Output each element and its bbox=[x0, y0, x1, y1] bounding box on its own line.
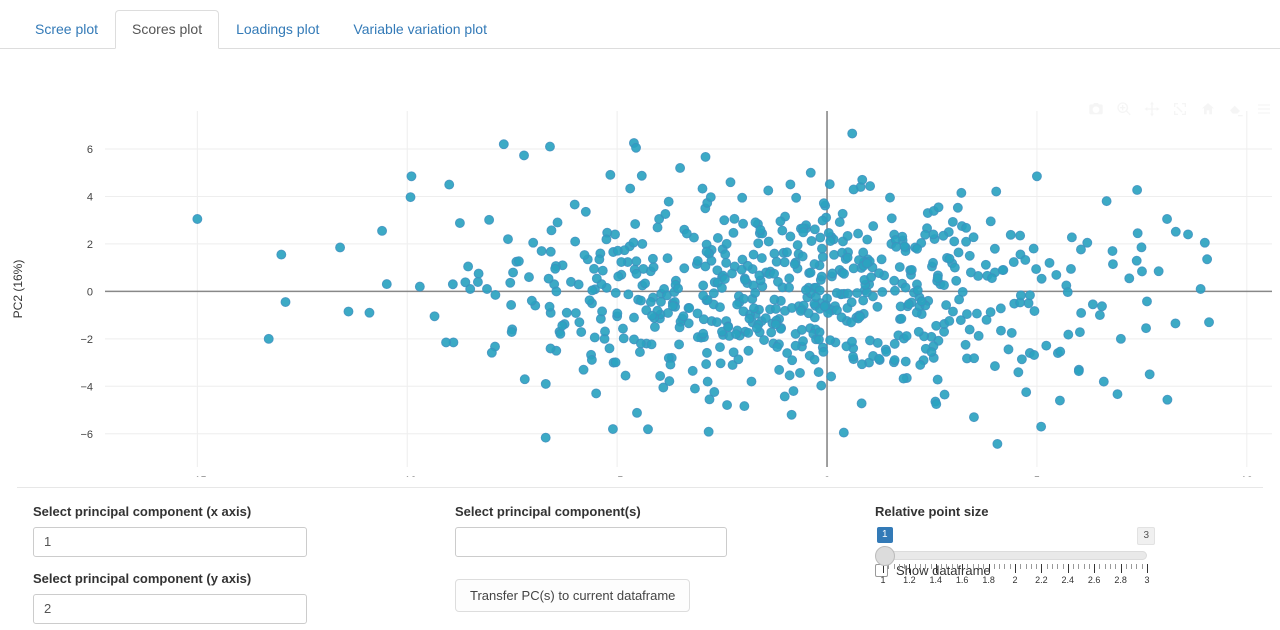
pcs-select-label: Select principal component(s) bbox=[455, 504, 641, 519]
slider-tick-marks bbox=[883, 563, 1148, 573]
tab-bar: Scree plot Scores plot Loadings plot Var… bbox=[0, 0, 1280, 49]
svg-text:6: 6 bbox=[87, 144, 93, 156]
svg-text:10: 10 bbox=[1241, 475, 1253, 477]
tab-scree-plot[interactable]: Scree plot bbox=[18, 10, 115, 49]
controls-column-pointsize: Relative point size 1 3 1 1.2 1.4 1.6 1.8 2 2.… bbox=[875, 504, 1280, 630]
scores-scatter-plot[interactable]: −15−10−50510−6−4−20246PC1 (49.1%)PC2 (16… bbox=[0, 49, 1280, 477]
relative-point-size-label: Relative point size bbox=[875, 504, 989, 519]
y-axis-pc-label: Select principal component (y axis) bbox=[33, 570, 252, 586]
slider-current-value-badge: 1 bbox=[877, 526, 893, 543]
svg-text:−2: −2 bbox=[80, 334, 93, 346]
svg-text:−10: −10 bbox=[398, 475, 417, 477]
eraser-icon[interactable] bbox=[1228, 101, 1244, 117]
slider-handle[interactable] bbox=[875, 545, 895, 566]
svg-text:−4: −4 bbox=[80, 381, 93, 393]
slider-rail[interactable] bbox=[883, 550, 1147, 560]
controls-panel: Select principal component (x axis) Sele… bbox=[0, 488, 1280, 630]
svg-text:4: 4 bbox=[87, 191, 93, 203]
menu-icon[interactable] bbox=[1256, 101, 1272, 117]
svg-text:−6: −6 bbox=[80, 429, 93, 441]
pan-icon[interactable] bbox=[1144, 101, 1160, 117]
x-axis-pc-input[interactable] bbox=[33, 526, 307, 557]
svg-text:−15: −15 bbox=[188, 475, 207, 477]
svg-text:0: 0 bbox=[824, 475, 830, 477]
tab-scores-plot[interactable]: Scores plot bbox=[115, 10, 220, 49]
svg-text:0: 0 bbox=[87, 286, 93, 298]
autoscale-icon[interactable] bbox=[1172, 101, 1188, 117]
tab-variable-variation-plot[interactable]: Variable variation plot bbox=[336, 10, 504, 49]
zoom-in-icon[interactable] bbox=[1116, 101, 1132, 117]
svg-text:PC2 (16%): PC2 (16%) bbox=[11, 260, 25, 319]
tab-loadings-plot[interactable]: Loadings plot bbox=[219, 10, 336, 49]
home-icon[interactable] bbox=[1200, 101, 1216, 117]
transfer-pcs-button[interactable]: Transfer PC(s) to current dataframe bbox=[455, 578, 691, 612]
plotly-modebar[interactable] bbox=[1088, 101, 1272, 117]
svg-text:−5: −5 bbox=[611, 475, 624, 477]
y-axis-pc-input[interactable] bbox=[33, 593, 307, 624]
x-axis-pc-label: Select principal component (x axis) bbox=[33, 504, 252, 519]
slider-max-value-badge: 3 bbox=[1137, 526, 1155, 545]
slider-tick-labels: 1 1.2 1.4 1.6 1.8 2 2.2 2.4 2.6 2.8 3 bbox=[880, 574, 1150, 585]
svg-text:5: 5 bbox=[1034, 475, 1040, 477]
camera-icon[interactable] bbox=[1088, 101, 1104, 117]
controls-column-axes: Select principal component (x axis) Sele… bbox=[0, 504, 455, 630]
svg-text:2: 2 bbox=[87, 239, 93, 251]
pcs-select-input[interactable] bbox=[455, 526, 727, 557]
controls-column-transfer: Select principal component(s) Transfer P… bbox=[455, 504, 875, 630]
